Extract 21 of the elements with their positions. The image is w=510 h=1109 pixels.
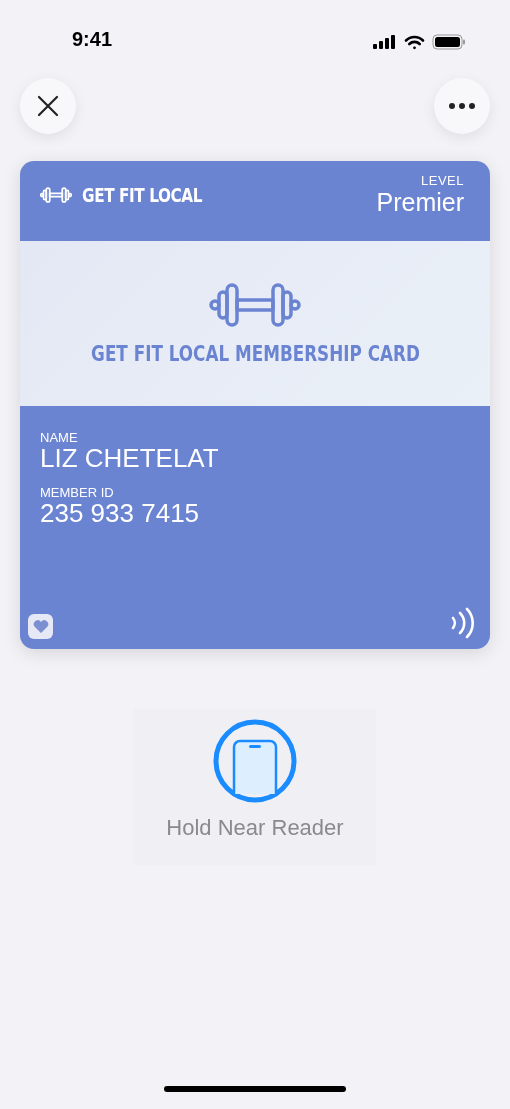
card-title: GET FIT LOCAL MEMBERSHIP CARD bbox=[90, 341, 420, 366]
membership-card[interactable]: GET FIT LOCAL LEVEL Premier GET FIT LOCAL MEMBERSHIP CARD NAME LIZ CHETELAT MEMBER ID 235 933 7415 bbox=[20, 161, 490, 649]
phone-icon bbox=[213, 719, 297, 803]
dumbbell-icon bbox=[209, 281, 301, 328]
brand-name: GET FIT LOCAL bbox=[82, 183, 203, 207]
status-time: 9:41 bbox=[72, 28, 113, 51]
level-value: Premier bbox=[376, 188, 464, 217]
contactless-icon bbox=[450, 607, 474, 639]
field-value: LIZ CHETELAT bbox=[40, 445, 220, 472]
level-label: LEVEL bbox=[421, 173, 464, 188]
field-label: MEMBER ID bbox=[40, 485, 115, 500]
signal-icon bbox=[373, 35, 397, 49]
field-label: NAME bbox=[40, 430, 79, 445]
field-value: 235 933 7415 bbox=[40, 500, 201, 527]
logo-icon bbox=[40, 187, 72, 203]
reader-prompt: Hold Near Reader bbox=[166, 815, 344, 841]
more-icon bbox=[449, 103, 475, 109]
close-icon bbox=[37, 95, 59, 117]
battery-icon bbox=[432, 34, 466, 50]
app-icon bbox=[28, 614, 53, 639]
wifi-icon bbox=[404, 34, 425, 50]
